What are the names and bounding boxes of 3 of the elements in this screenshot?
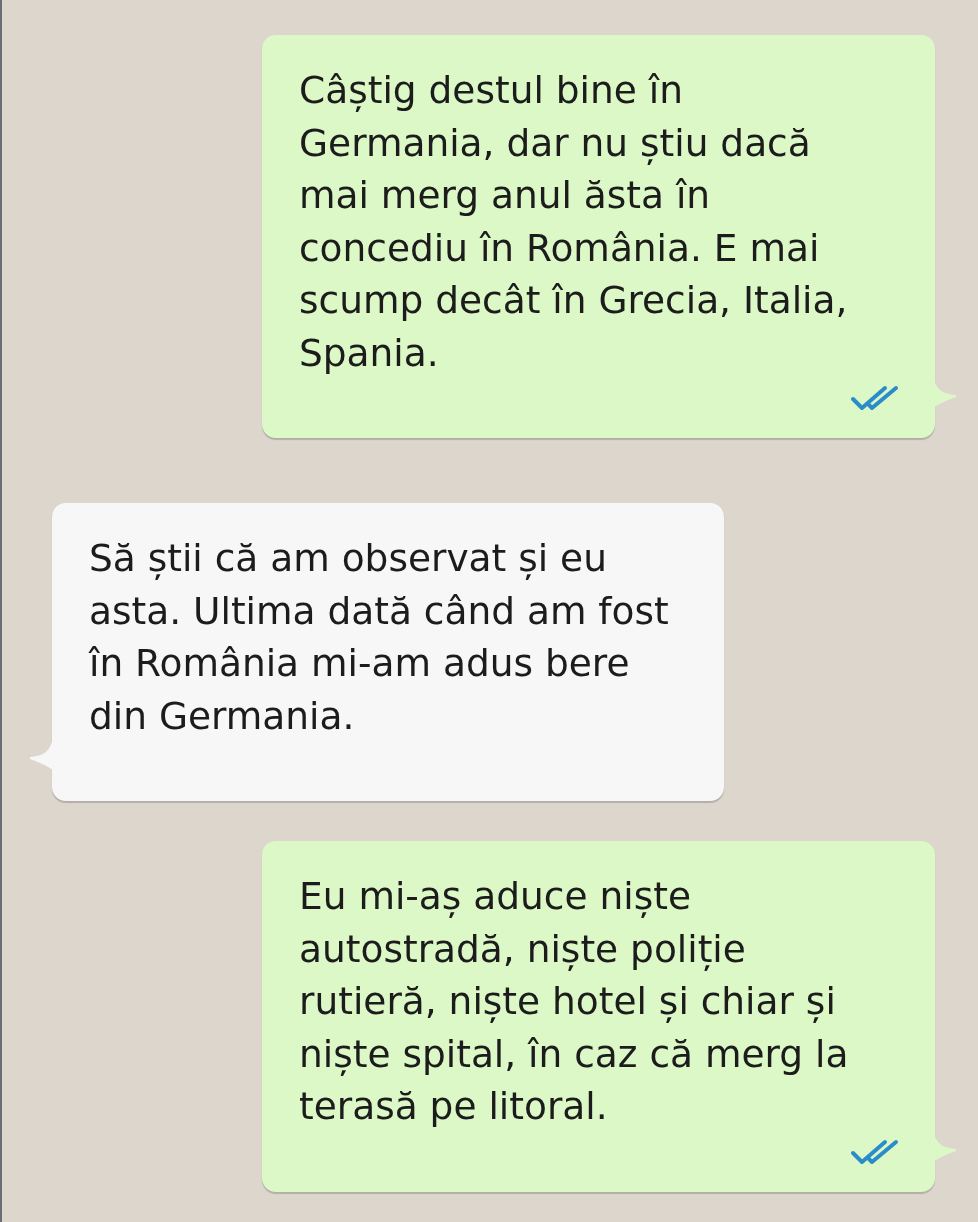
- message-text: Eu mi-aș aduce niște autostradă, niște poliție rutieră, niște hotel și chiar și niște spital, în caz că merg la terasă pe litoral.: [299, 873, 850, 1130]
- message-text: Câștig destul bine în Germania, dar nu știu dacă mai merg anul ăsta în concediu în România. E mai scump decât în Grecia, Italia, Spania.: [299, 67, 849, 377]
- message-text: Să știi că am observat și eu asta. Ultima dată când am fost în România mi-am adus bere din Germania.: [89, 535, 670, 740]
